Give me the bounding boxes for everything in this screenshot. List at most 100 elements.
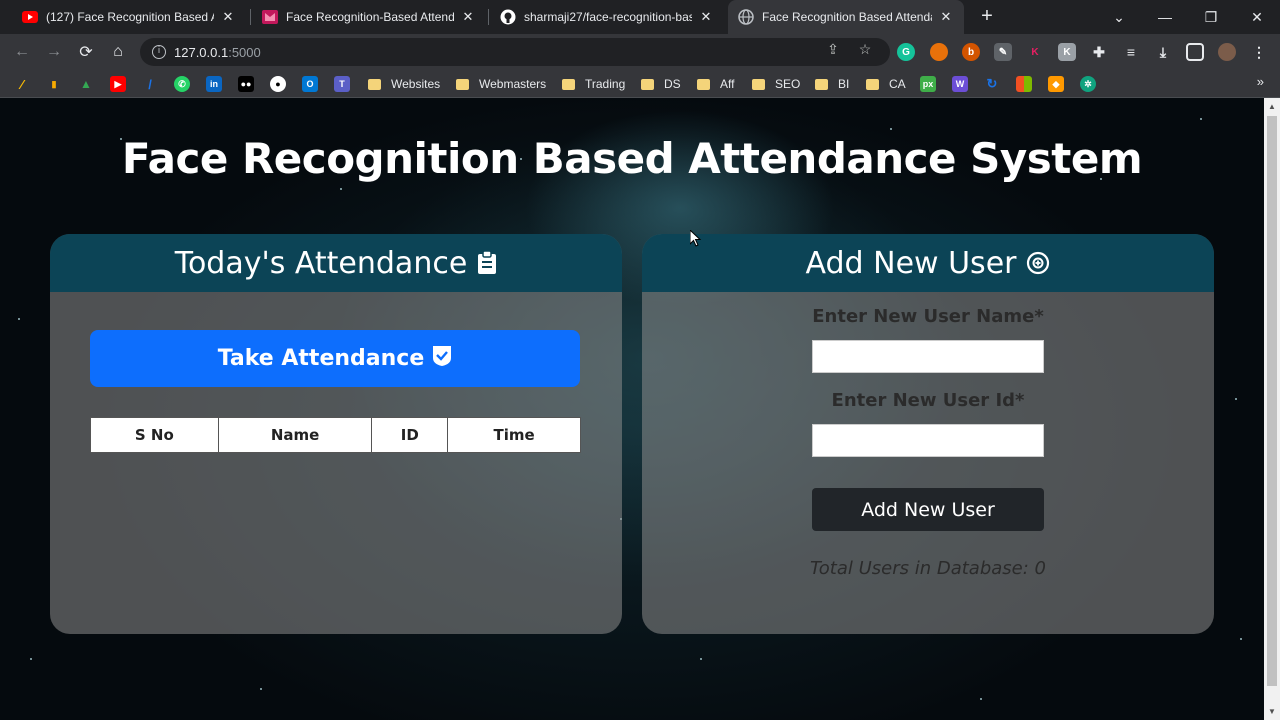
bookmark-folder-webmasters[interactable]: Webmasters: [456, 75, 546, 93]
column-header-time: Time: [447, 417, 581, 453]
github-bookmark-icon[interactable]: ●: [270, 76, 286, 92]
grammarly-extension-icon[interactable]: G: [897, 43, 915, 61]
paper-icon: [262, 9, 278, 25]
reload-button[interactable]: ⟳: [74, 40, 98, 64]
user-name-label: Enter New User Name*: [812, 306, 1044, 327]
column-header-sno: S No: [90, 417, 219, 453]
attendance-table: S No Name ID Time: [90, 417, 581, 453]
forward-button[interactable]: →: [42, 40, 66, 64]
bookmark-folder-websites[interactable]: Websites: [368, 75, 440, 93]
attendance-table-header-row: S No Name ID Time: [90, 417, 581, 453]
tab-strip: (127) Face Recognition Based Att ✕ Face …: [0, 0, 1280, 34]
folder-label: DS: [664, 77, 681, 91]
folder-label: BI: [838, 77, 850, 91]
browser-tab-github[interactable]: sharmaji27/face-recognition-base ✕: [490, 0, 724, 34]
minimize-button[interactable]: —: [1142, 0, 1188, 34]
add-user-card-header: Add New User: [642, 234, 1214, 292]
mouse-cursor-icon: [689, 228, 702, 253]
user-id-input[interactable]: [812, 424, 1044, 457]
bookmark-purple-icon[interactable]: W: [952, 76, 968, 92]
browser-tab-paper[interactable]: Face Recognition-Based Attendan ✕: [252, 0, 486, 34]
back-button[interactable]: ←: [10, 40, 34, 64]
new-tab-button[interactable]: +: [976, 5, 998, 27]
close-window-button[interactable]: ✕: [1234, 0, 1280, 34]
user-id-label: Enter New User Id*: [831, 390, 1025, 411]
folder-icon: [562, 78, 575, 90]
page-title: Face Recognition Based Attendance System: [121, 134, 1143, 183]
outlook-bookmark-icon[interactable]: O: [302, 76, 318, 92]
menu-kebab-icon[interactable]: ⋮: [1250, 43, 1268, 61]
chatgpt-bookmark-icon[interactable]: ✲: [1080, 76, 1096, 92]
youtube-bookmark-icon[interactable]: ▶: [110, 76, 126, 92]
bookmark-folder-ca[interactable]: CA: [866, 75, 906, 93]
folder-label: Aff: [720, 77, 735, 91]
teams-bookmark-icon[interactable]: T: [334, 76, 350, 92]
medium-bookmark-icon[interactable]: ●●: [238, 76, 254, 92]
bookmark-swirl-icon[interactable]: ↻: [984, 76, 1000, 92]
page-scrollbar[interactable]: ▲ ▼: [1264, 98, 1280, 720]
bookmarks-bar: ⁄ ▮ ▲ ▶ / ✆ in ●● ● O T Websites Webmast…: [0, 70, 1280, 98]
take-attendance-button[interactable]: Take Attendance: [90, 330, 580, 387]
whatsapp-bookmark-icon[interactable]: ✆: [174, 76, 190, 92]
url-port: :5000: [228, 44, 261, 60]
folder-icon: [368, 78, 381, 90]
check-shield-icon: [432, 345, 452, 367]
folder-icon: [815, 78, 828, 90]
scrollbar-thumb[interactable]: [1267, 116, 1277, 686]
extension-pen-icon[interactable]: ✎: [994, 43, 1012, 61]
more-bookmarks-icon[interactable]: »: [1257, 74, 1264, 89]
folder-label: Trading: [585, 77, 626, 91]
folder-icon: [866, 78, 879, 90]
reading-list-icon[interactable]: ≡: [1122, 43, 1140, 61]
extension-k-icon[interactable]: K: [1026, 43, 1044, 61]
scroll-down-icon[interactable]: ▼: [1268, 707, 1276, 716]
user-name-input[interactable]: [812, 340, 1044, 373]
linkedin-bookmark-icon[interactable]: in: [206, 76, 222, 92]
side-panel-icon[interactable]: [1186, 43, 1204, 61]
bookmark-folder-aff[interactable]: Aff: [697, 75, 734, 93]
extensions-puzzle-icon[interactable]: ✚: [1090, 43, 1108, 61]
share-icon[interactable]: ⇪: [824, 40, 842, 58]
aws-bookmark-icon[interactable]: ◆: [1048, 76, 1064, 92]
add-user-card: Add New User Enter New User Name* Enter …: [642, 234, 1214, 634]
analytics-bookmark-icon[interactable]: ▮: [46, 76, 62, 92]
folder-icon: [752, 78, 765, 90]
restore-button[interactable]: ❐: [1188, 0, 1234, 34]
extension-b-icon[interactable]: b: [962, 43, 980, 61]
take-attendance-label: Take Attendance: [217, 346, 425, 371]
browser-tab-youtube[interactable]: (127) Face Recognition Based Att ✕: [12, 0, 246, 34]
extension-grey-icon[interactable]: K: [1058, 43, 1076, 61]
column-header-id: ID: [371, 417, 449, 453]
attendance-card-header: Today's Attendance: [50, 234, 622, 292]
add-new-user-button[interactable]: Add New User: [812, 488, 1044, 531]
column-header-name: Name: [217, 417, 373, 453]
bookmark-folder-seo[interactable]: SEO: [752, 75, 800, 93]
home-button[interactable]: ⌂: [106, 40, 130, 64]
tab-title: Face Recognition-Based Attendan: [286, 10, 454, 24]
bookmark-star-icon[interactable]: ☆: [856, 40, 874, 58]
bookmark-blue-icon[interactable]: /: [142, 76, 158, 92]
folder-icon: [697, 78, 710, 90]
px-bookmark-icon[interactable]: px: [920, 76, 936, 92]
folder-label: SEO: [775, 77, 801, 91]
bookmark-folder-bi[interactable]: BI: [815, 75, 849, 93]
microsoft-bookmark-icon[interactable]: [1016, 76, 1032, 92]
extension-flame-icon[interactable]: [930, 43, 948, 61]
scroll-up-icon[interactable]: ▲: [1268, 102, 1276, 111]
browser-tab-active[interactable]: Face Recognition Based Attendan ✕: [728, 0, 964, 34]
address-bar[interactable]: i 127.0.0.1:5000: [140, 38, 890, 66]
drive-bookmark-icon[interactable]: ▲: [78, 76, 94, 92]
site-info-icon[interactable]: i: [152, 45, 166, 59]
bookmark-folder-trading[interactable]: Trading: [562, 75, 625, 93]
close-tab-icon[interactable]: ✕: [220, 9, 236, 25]
adsense-bookmark-icon[interactable]: ⁄: [14, 76, 30, 92]
profile-avatar[interactable]: [1218, 43, 1236, 61]
tab-search-icon[interactable]: ⌄: [1096, 0, 1142, 34]
bookmark-folder-ds[interactable]: DS: [641, 75, 681, 93]
close-tab-icon[interactable]: ✕: [938, 9, 954, 25]
folder-icon: [641, 78, 654, 90]
download-icon[interactable]: ⤓: [1154, 43, 1172, 61]
page-viewport: Face Recognition Based Attendance System…: [0, 98, 1264, 720]
close-tab-icon[interactable]: ✕: [460, 9, 476, 25]
close-tab-icon[interactable]: ✕: [698, 9, 714, 25]
